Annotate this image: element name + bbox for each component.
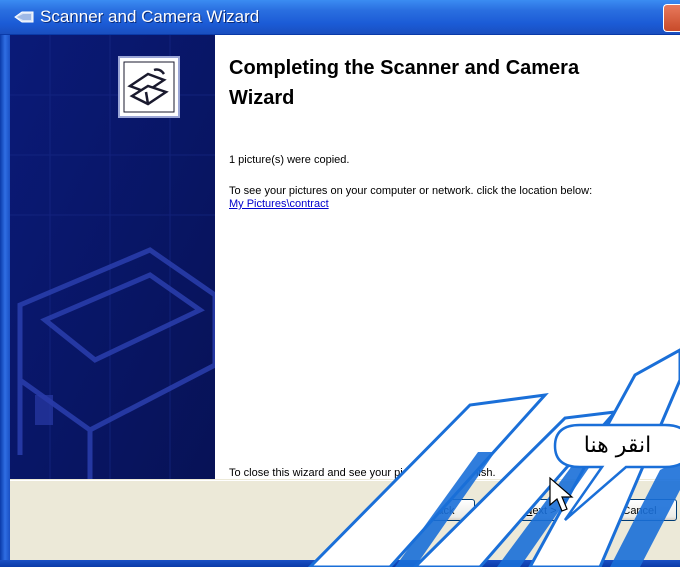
next-button-label: ext > xyxy=(532,505,557,517)
my-pictures-location-link[interactable]: My Pictures\contract xyxy=(229,198,659,211)
wizard-banner xyxy=(10,35,215,479)
page-title: Completing the Scanner and Camera Wizard xyxy=(229,57,580,109)
cancel-button[interactable]: Cancel xyxy=(602,499,677,521)
window-frame-bottom xyxy=(0,560,680,567)
wizard-button-bar: < Back Next > Cancel xyxy=(10,480,680,561)
wizard-window: Scanner and Camera Wizard Completing the… xyxy=(0,0,680,567)
title-bar[interactable]: Scanner and Camera Wizard xyxy=(0,0,680,35)
scanner-camera-icon xyxy=(14,11,34,23)
back-button[interactable]: < Back xyxy=(400,499,475,521)
location-instructions: To see your pictures on your computer or… xyxy=(229,185,659,211)
callout-text: انقر هنا xyxy=(583,433,652,458)
finish-hint-text: To close this wizard and see your pictur… xyxy=(229,467,496,479)
scanner-camera-icon xyxy=(118,56,180,118)
window-title: Scanner and Camera Wizard xyxy=(40,7,260,26)
instruction-text: To see your pictures on your computer or… xyxy=(229,185,593,197)
wizard-content: Completing the Scanner and Camera Wizard… xyxy=(215,35,680,479)
next-button[interactable]: Next > xyxy=(503,499,578,521)
back-button-prefix: < xyxy=(420,505,430,517)
copied-status-text: 1 picture(s) were copied. xyxy=(229,154,350,166)
close-button[interactable] xyxy=(663,4,680,32)
back-button-label: ack xyxy=(437,505,455,517)
window-frame-left xyxy=(0,35,10,567)
